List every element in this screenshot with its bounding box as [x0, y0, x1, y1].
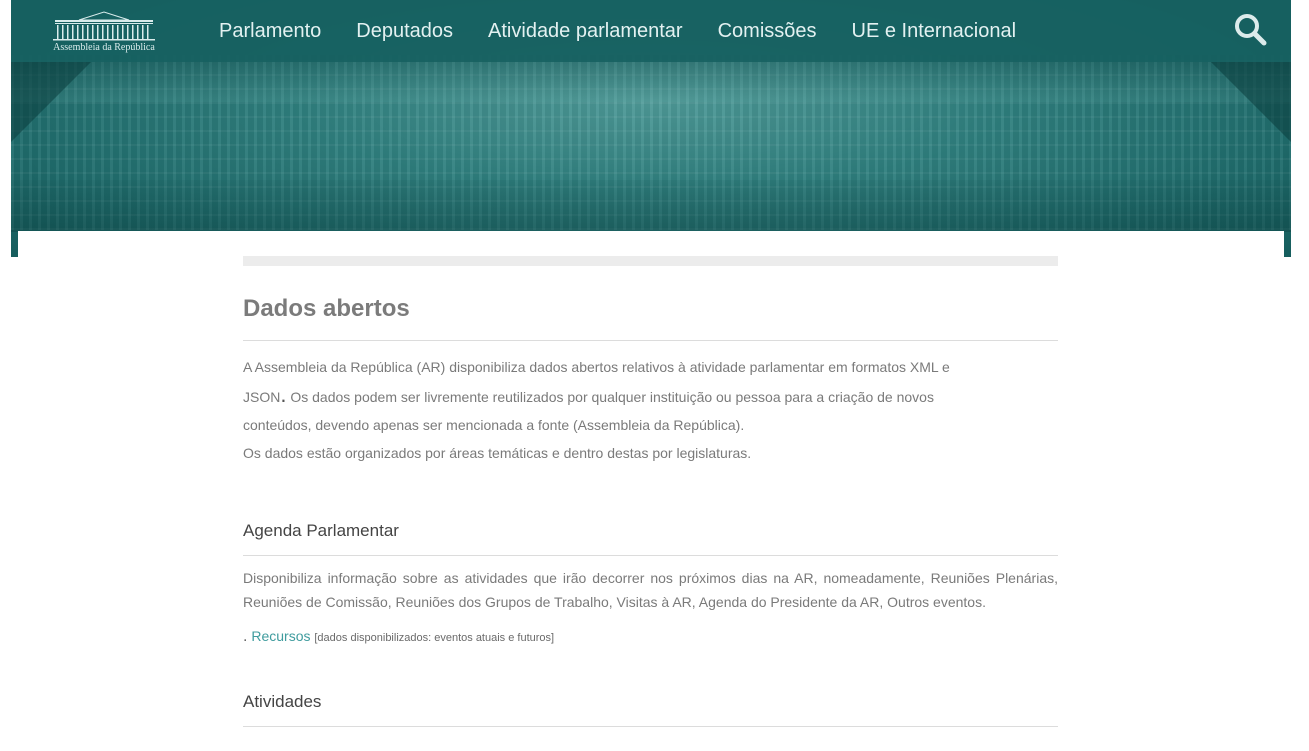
assembleia-logo[interactable]: Assembleia da República — [41, 10, 167, 54]
resource-note: [dados disponibilizados: eventos atuais … — [314, 632, 555, 644]
hero-right-wedge — [1211, 62, 1291, 142]
page-title: Dados abertos — [243, 295, 410, 322]
nav-atividade-parlamentar[interactable]: Atividade parlamentar — [488, 20, 683, 43]
resource-bullet: . — [243, 628, 248, 645]
intro-line-4: Os dados estão organizados por áreas tem… — [243, 445, 752, 461]
main-nav: Parlamento Deputados Atividade parlament… — [219, 0, 1051, 62]
intro-line-1: A Assembleia da República (AR) disponibi… — [243, 359, 950, 375]
intro-json-text: JSON — [243, 389, 281, 405]
hero-bottom-band — [11, 180, 1291, 232]
section-divider-agenda — [243, 555, 1058, 556]
intro-text: A Assembleia da República (AR) disponibi… — [243, 353, 1013, 467]
search-icon — [1235, 14, 1267, 46]
logo-text: Assembleia da República — [53, 42, 155, 53]
intro-line-2-rest: Os dados podem ser livremente reutilizad… — [286, 389, 934, 405]
main-content: Dados abertos A Assembleia da República … — [243, 256, 1058, 727]
page: Assembleia da República Parlamento Deput… — [0, 0, 1309, 751]
nav-comissoes[interactable]: Comissões — [718, 20, 817, 43]
top-navigation: Assembleia da República Parlamento Deput… — [11, 0, 1291, 62]
hero-frieze-top — [11, 62, 1291, 102]
content-top-bar — [243, 256, 1058, 266]
parliament-building-icon: Assembleia da República — [53, 11, 155, 53]
title-divider — [243, 340, 1058, 341]
hero-left-wedge — [11, 62, 91, 142]
section-divider-atividades — [243, 726, 1058, 727]
nav-deputados[interactable]: Deputados — [356, 20, 453, 43]
section-title-agenda: Agenda Parlamentar — [243, 521, 399, 540]
section-title-atividades: Atividades — [243, 692, 322, 711]
hero-white-panel — [18, 231, 1284, 257]
nav-ue-internacional[interactable]: UE e Internacional — [852, 20, 1017, 43]
search-button[interactable] — [1233, 12, 1269, 48]
recursos-link[interactable]: Recursos — [251, 628, 310, 644]
resource-line-agenda: . Recursos [dados disponibilizados: even… — [243, 624, 1058, 648]
intro-line-3: conteúdos, devendo apenas ser mencionada… — [243, 417, 745, 433]
section-text-agenda: Disponibiliza informação sobre as ativid… — [243, 570, 1058, 610]
intro-line-2: JSON. Os dados podem ser livremente reut… — [243, 381, 1013, 411]
nav-parlamento[interactable]: Parlamento — [219, 20, 321, 43]
